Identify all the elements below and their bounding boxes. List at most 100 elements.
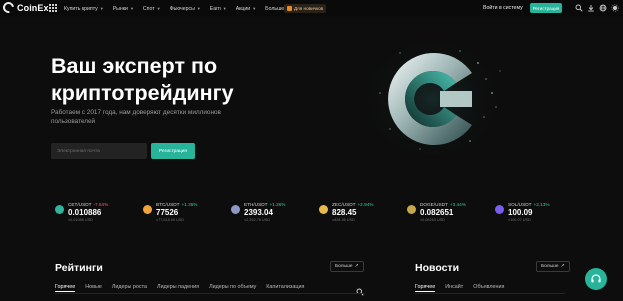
menu-item-stocks[interactable]: Акции ▼ [236,6,256,12]
ticker-pair: ZEC/USDT +2.94% [332,202,373,207]
tab-announcements[interactable]: Объявления [473,284,504,292]
pair-label: SOL/USDT [508,202,532,207]
ticker-pair: CET/USDT -7.94% [68,202,108,207]
zec-coin-icon [319,205,328,214]
menu-item-label: Спот [142,5,155,12]
btc-coin-icon [143,205,152,214]
pair-label: ZEC/USDT [332,202,356,207]
tab-hot[interactable]: Горячее [55,284,76,292]
arrow-up-right-icon: ↗ [354,264,359,269]
ticker-price: 2393.04 [244,208,273,217]
ticker-usd: ≈77,515.00 USD [156,218,185,222]
doge-coin-icon [407,205,416,214]
tab-insight[interactable]: Инсайт [445,284,463,292]
promo-label: Для новичков [294,6,324,11]
tab-top-volume[interactable]: Лидеры по объему [209,284,256,292]
ticker-price: 100.09 [508,208,533,217]
download-icon[interactable] [587,4,595,12]
more-label: Больше [335,264,353,269]
menu-item-label: Earn [209,5,221,12]
hero-title-line: криптотрейдингу [51,81,234,105]
pair-label: DOGE/USDT [420,202,448,207]
ticker-usd: ≈100.07 USD [508,218,531,222]
menu-item-spot[interactable]: Спот ▼ [143,6,161,12]
newcomer-promo-button[interactable]: Для новичков [284,4,327,13]
login-link[interactable]: Войти в систему [483,5,523,11]
pair-label: ETH/USDT [244,202,268,207]
gift-icon [287,6,292,11]
tab-news-hot[interactable]: Горячее [415,284,436,292]
chevron-down-icon: ▼ [196,6,201,11]
ratings-tabs: Горячее Новые Лидеры роста Лидеры падени… [55,284,304,292]
news-title: Новости [415,262,460,274]
sol-coin-icon [495,205,504,214]
change-percent: +2.13% [533,202,550,207]
chevron-down-icon: ▼ [222,6,227,11]
globe-icon[interactable] [599,4,607,12]
eth-coin-icon [231,205,240,214]
tab-top-losers[interactable]: Лидеры падения [157,284,199,292]
menu-item-buy-crypto[interactable]: Купить крипту ▼ [64,6,104,12]
ticker-price: 0.010886 [68,208,102,217]
tab-top-gainers[interactable]: Лидеры роста [112,284,147,292]
cet-coin-icon [55,205,64,214]
menu-item-label: Рынки [112,5,128,12]
hero-subtitle: Работаем с 2017 года, нам доверяют десят… [51,109,221,125]
change-percent: -7.94% [93,202,109,207]
tab-market-cap[interactable]: Капитализация [266,284,304,292]
pair-label: CET/USDT [68,202,92,207]
news-tabs: Горячее Инсайт Объявления [415,284,504,292]
coinex-3d-logo-illustration [360,37,504,161]
ticker-price: 828.45 [332,208,357,217]
chevron-down-icon: ▼ [156,6,161,11]
hero-title-line: Ваш эксперт по [51,54,218,78]
menu-item-label: Акции [235,5,251,12]
menu-item-label: Больше [265,5,285,12]
menu-item-earn[interactable]: Earn ▼ [210,6,227,12]
arrow-up-right-icon: ↗ [560,264,565,269]
menu-item-markets[interactable]: Рынки ▼ [113,6,134,12]
search-icon[interactable] [575,4,583,12]
ticker-price: 0.082651 [420,208,454,217]
chevron-down-icon: ▼ [252,6,257,11]
ticker-usd: ≈0.08263 USD [420,218,445,222]
ratings-divider [55,293,365,294]
email-input[interactable] [51,143,147,159]
theme-icon[interactable] [611,4,619,12]
menu-item-label: Купить крипту [64,5,98,12]
chevron-down-icon: ▼ [99,6,104,11]
news-more-button[interactable]: Больше ↗ [536,261,570,272]
ticker-usd: ≈2,392.78 USD [244,218,270,222]
main-menu: Купить крипту ▼ Рынки ▼ Спот ▼ Фьючерсы ▼ Ea… [64,0,290,17]
apps-grid-icon[interactable] [49,4,57,12]
ticker-strip: CET/USDT -7.94% 0.010886 ≈0.01086 USD BTC… [55,202,615,228]
ticker-pair: ETH/USDT +1.26% [244,202,285,207]
register-button-hero[interactable]: Регистрация [151,143,195,159]
ticker-pair: BTC/USDT +1.35% [156,202,197,207]
support-chat-button[interactable] [585,268,607,290]
tab-new[interactable]: Новые [85,284,102,292]
menu-item-futures[interactable]: Фьючерсы ▼ [170,6,201,12]
ratings-title: Рейтинги [55,262,103,274]
change-percent: +3.44% [449,202,466,207]
ticker-price: 77526 [156,208,179,217]
news-divider [415,293,565,294]
ratings-more-button[interactable]: Больше ↗ [330,261,364,272]
ticker-usd: ≈0.01086 USD [68,218,93,222]
brand-name: CoinEx [17,2,49,13]
change-percent: +1.26% [269,202,286,207]
ratings-search-icon[interactable] [356,283,364,296]
change-percent: +1.35% [181,202,198,207]
headset-icon [591,274,601,283]
top-navbar: CoinEx Купить крипту ▼ Рынки ▼ Спот ▼ Фьюче… [0,0,623,17]
change-percent: +2.94% [357,202,374,207]
ticker-pair: DOGE/USDT +3.44% [420,202,466,207]
ticker-usd: ≈828.36 USD [332,218,355,222]
ticker-pair: SOL/USDT +2.13% [508,202,549,207]
coinex-logo-icon [0,0,17,16]
hero-title: Ваш эксперт по криптотрейдингу [51,53,291,107]
menu-item-label: Фьючерсы [169,5,195,12]
register-button-nav[interactable]: Регистрация [530,3,562,13]
more-label: Больше [541,264,559,269]
brand-logo[interactable]: CoinEx [0,0,49,16]
